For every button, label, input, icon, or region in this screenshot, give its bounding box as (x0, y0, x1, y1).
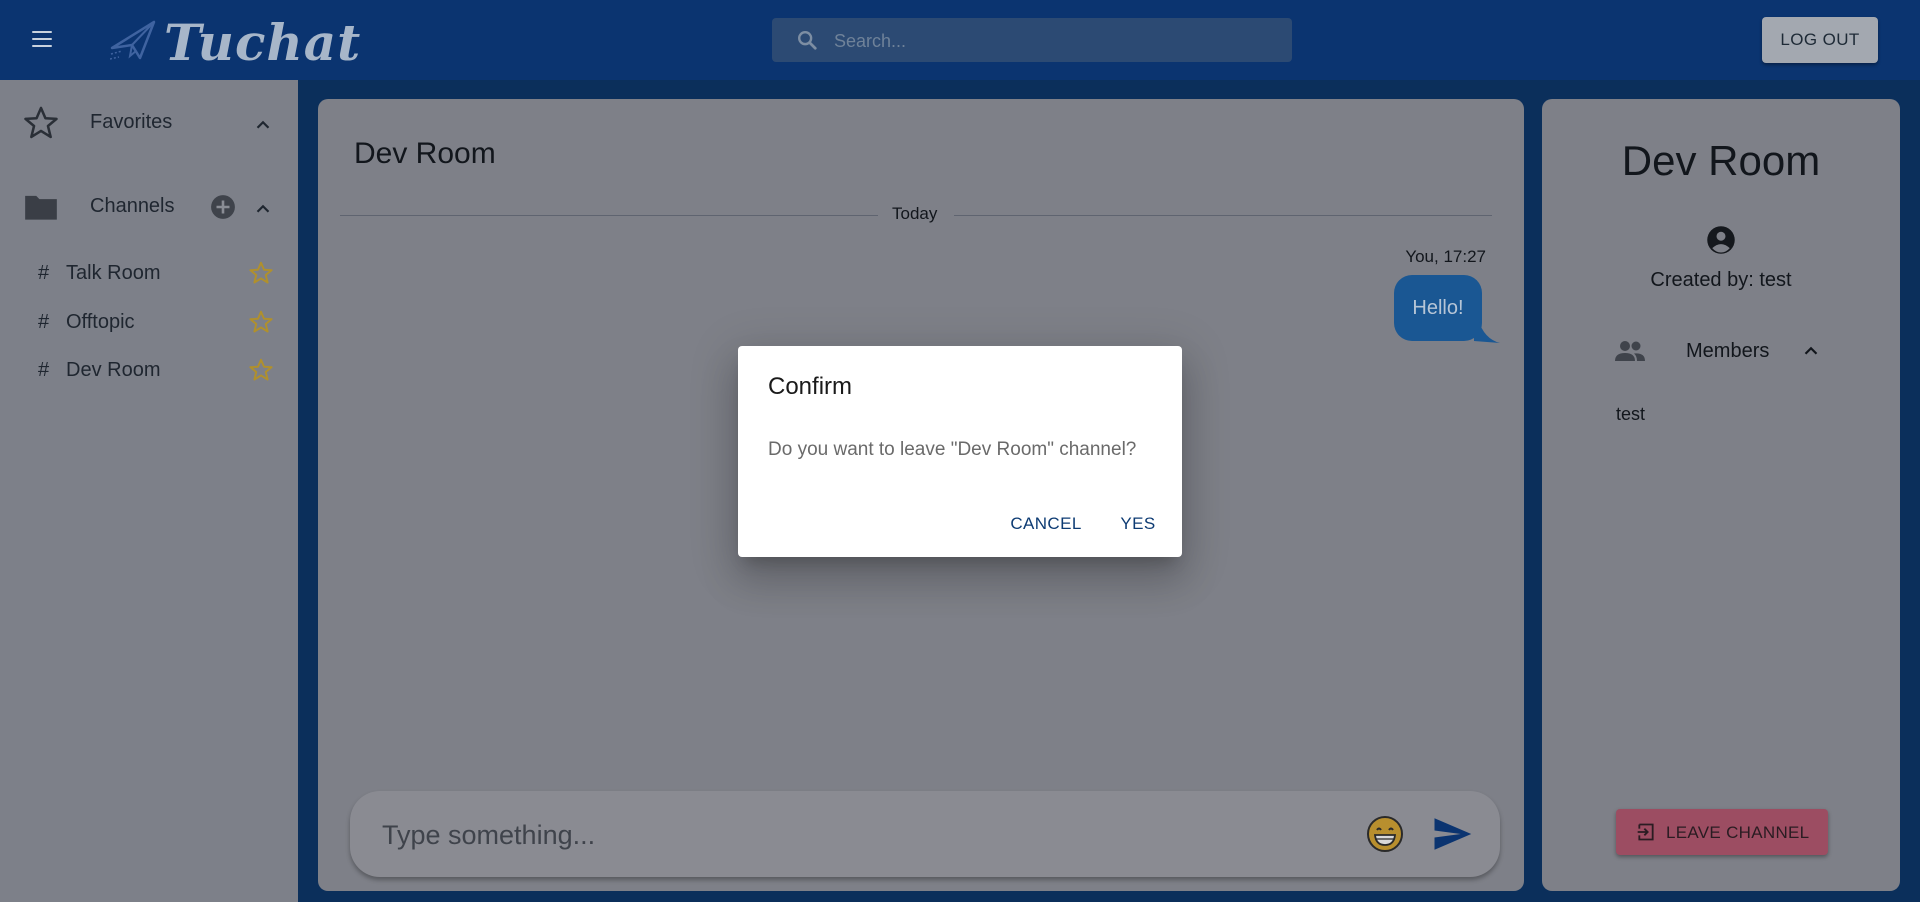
channel-hash: # (38, 262, 50, 284)
channel-item-dev-room[interactable]: # Dev Room (0, 348, 298, 392)
cancel-button[interactable]: CANCEL (992, 506, 1100, 542)
menu-icon[interactable] (26, 24, 56, 54)
chevron-up-icon[interactable] (252, 114, 274, 136)
paper-plane-icon (110, 20, 156, 60)
search-input[interactable] (832, 18, 1276, 64)
channel-item-offtopic[interactable]: # Offtopic (0, 300, 298, 344)
message-input[interactable] (380, 791, 1344, 879)
star-outline-icon[interactable] (248, 260, 274, 286)
message-composer (350, 791, 1500, 879)
created-by: Created by: test (1650, 269, 1792, 291)
app-header: Tuchat LOG OUT (0, 0, 1920, 80)
favorites-label: Favorites (90, 111, 173, 133)
app-root: Tuchat LOG OUT Favorites Channels (0, 0, 1920, 902)
search-bar (772, 18, 1292, 64)
channel-name: Dev Room (66, 359, 161, 381)
search-icon (798, 31, 817, 50)
confirm-dialog: Confirm Do you want to leave "Dev Room" … (738, 346, 1182, 557)
sidebar-channels-header[interactable]: Channels (0, 176, 298, 236)
channel-hash: # (38, 359, 50, 381)
message-meta: You, 17:27 (1405, 247, 1486, 266)
members-toggle[interactable]: Members (1542, 331, 1900, 371)
channel-name: Offtopic (66, 311, 135, 333)
date-divider-line (954, 215, 1492, 216)
people-icon (1615, 341, 1645, 361)
chat-title: Dev Room (354, 137, 496, 170)
channel-hash: # (38, 311, 50, 333)
channel-name: Talk Room (66, 262, 161, 284)
star-outline-icon[interactable] (248, 309, 274, 335)
chevron-up-icon[interactable] (252, 198, 274, 220)
leave-channel-button[interactable]: LEAVE CHANNEL (1616, 809, 1828, 855)
dialog-message: Do you want to leave "Dev Room" channel? (768, 439, 1137, 460)
dialog-title: Confirm (768, 373, 853, 400)
exit-to-app-icon (1637, 823, 1654, 841)
message-bubble: Hello! (1394, 275, 1482, 341)
add-circle-icon[interactable] (210, 194, 236, 220)
yes-button[interactable]: YES (1108, 506, 1168, 542)
chevron-up-icon[interactable] (1800, 340, 1822, 362)
message-bubble-tail (1474, 319, 1500, 343)
sidebar: Favorites Channels # Talk Room # Offtopi… (0, 80, 300, 902)
emoji-grin-icon[interactable] (1366, 815, 1404, 853)
member-item: test (1616, 404, 1646, 424)
star-outline-icon (24, 106, 58, 139)
channel-item-talk-room[interactable]: # Talk Room (0, 251, 298, 295)
members-label: Members (1686, 340, 1770, 362)
folder-icon (25, 195, 57, 220)
channels-label: Channels (90, 195, 175, 217)
leave-channel-label: LEAVE CHANNEL (1666, 823, 1810, 842)
channel-info-title: Dev Room (1621, 137, 1821, 184)
channel-info-panel: Dev Room Created by: test Members test L… (1542, 99, 1900, 891)
logout-button[interactable]: LOG OUT (1762, 17, 1878, 63)
send-icon[interactable] (1430, 813, 1474, 855)
account-circle-icon (1707, 226, 1735, 254)
sidebar-favorites-header[interactable]: Favorites (0, 92, 298, 152)
date-divider-line (340, 215, 878, 216)
app-name: Tuchat (164, 13, 362, 72)
date-divider-label: Today (892, 204, 938, 223)
star-outline-icon[interactable] (248, 357, 274, 383)
